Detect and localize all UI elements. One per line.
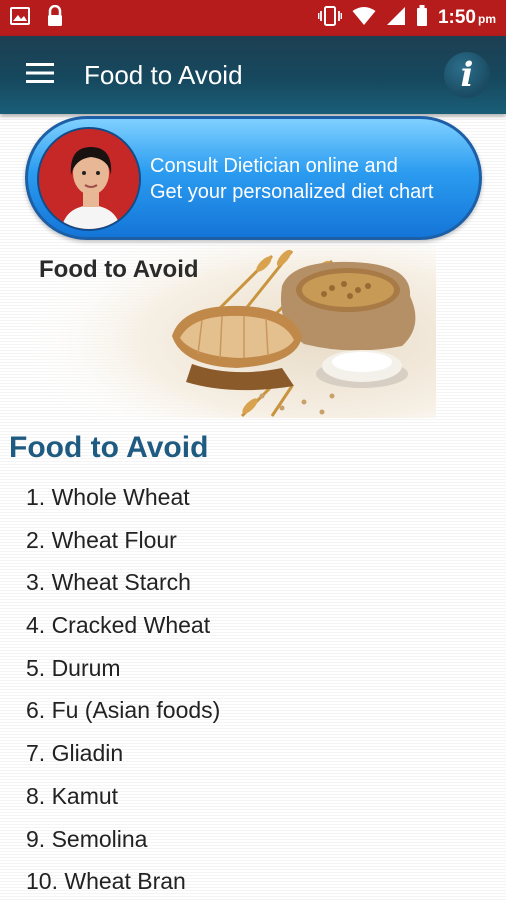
list-item: 4. Cracked Wheat: [26, 612, 211, 639]
consult-line-1: Consult Dietician online and: [150, 155, 398, 177]
wifi-icon: [352, 6, 376, 31]
list-item: 2. Wheat Flour: [26, 526, 177, 553]
consult-line-2: Get your personalized diet chart: [150, 181, 434, 203]
section-heading: Food to Avoid: [9, 431, 209, 464]
consult-banner-text: Consult Dietician online and Get your pe…: [150, 153, 434, 205]
list-item: 8. Kamut: [26, 782, 119, 809]
image-notification-icon: [10, 6, 30, 30]
list-item: 9. Semolina: [26, 825, 148, 852]
cell-signal-icon: [386, 6, 406, 31]
hamburger-menu-icon: [26, 62, 54, 88]
wheat-hero-image: Food to Avoid: [32, 246, 436, 418]
list-item: 10. Wheat Bran: [26, 868, 186, 895]
list-item: 6. Fu (Asian foods): [26, 697, 221, 724]
list-item: 7. Gliadin: [26, 740, 124, 767]
app-bar: Food to Avoid i: [0, 36, 506, 114]
vibrate-icon: [317, 5, 343, 31]
lock-notification-icon: [46, 4, 64, 32]
info-button[interactable]: i: [444, 52, 490, 98]
status-bar: 1:50 pm: [0, 0, 506, 36]
dietician-avatar: [37, 127, 141, 231]
status-time: 1:50 pm: [437, 7, 496, 28]
list-item: 1. Whole Wheat: [26, 484, 190, 510]
menu-button[interactable]: [0, 36, 80, 114]
app-title: Food to Avoid: [84, 59, 243, 90]
food-list: 1. Whole Wheat 2. Wheat Flour 3. Wheat S…: [26, 476, 496, 900]
info-icon: i: [460, 55, 474, 95]
hero-title: Food to Avoid: [39, 256, 199, 283]
list-item: 5. Durum: [26, 654, 121, 681]
list-item: 3. Wheat Starch: [26, 569, 191, 596]
consult-dietician-banner[interactable]: Consult Dietician online and Get your pe…: [25, 116, 482, 240]
battery-icon: [416, 4, 428, 32]
